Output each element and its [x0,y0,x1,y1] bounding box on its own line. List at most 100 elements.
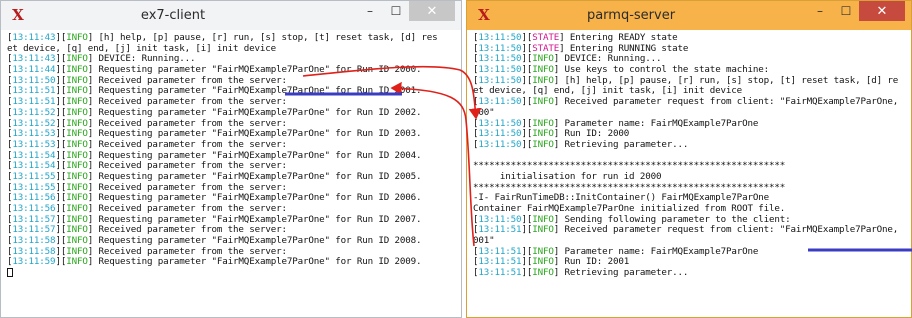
log-text: ] Requesting parameter "FairMQExample7Pa… [87,64,422,76]
timestamp: 13:11:50 [478,117,522,129]
server-titlebar[interactable]: X parmq-server – ☐ ✕ [467,1,911,30]
log-text: et device, [q] end, [j] init task, [i] i… [7,42,277,54]
timestamp: 13:11:50 [478,53,522,65]
maximize-button[interactable]: ☐ [833,1,859,21]
info-tag: INFO [66,53,88,65]
timestamp: 13:11:51 [478,267,522,279]
log-text: ][ [521,267,533,279]
close-button[interactable]: ✕ [859,1,905,21]
timestamp: 13:11:43 [12,53,56,65]
log-text: ] Run ID: 2000 [553,128,630,140]
log-text: et device, [q] end, [j] init task, [i] i… [473,85,743,97]
timestamp: 13:11:54 [12,160,56,172]
client-titlebar[interactable]: X ex7-client – ☐ ✕ [1,1,461,30]
timestamp: 13:11:50 [478,96,522,108]
log-text: ] Requesting parameter "FairMQExample7Pa… [87,128,422,140]
timestamp: 13:11:59 [12,256,56,268]
log-text: ][ [521,42,533,54]
info-tag: INFO [66,203,88,214]
timestamp: 13:11:52 [12,106,56,118]
log-text: ][ [55,224,67,236]
info-tag: INFO [532,74,554,86]
log-text: ] Received parameter from the server: [87,245,287,257]
info-tag: INFO [66,64,88,76]
timestamp: 13:11:50 [478,64,522,76]
server-console-output[interactable]: [13:11:50][STATE] Entering READY state [1… [473,32,907,315]
log-text: ][ [55,192,67,204]
info-tag: INFO [66,192,88,204]
log-text: ][ [55,74,67,86]
timestamp: 13:11:56 [12,192,56,204]
timestamp: 13:11:50 [478,213,522,225]
log-text: ] Received parameter from the server: [87,160,287,172]
log-text: ] Retrieving parameter... [553,138,689,150]
console-line: [13:11:59][INFO] Requesting parameter "F… [7,257,457,268]
log-text: ] Parameter name: FairMQExample7ParOne [553,117,759,129]
log-text: ] Received parameter from the server: [87,203,287,214]
log-text: ][ [55,32,67,43]
log-text: ] DEVICE: Running... [553,53,662,65]
log-text: ][ [55,64,67,76]
log-text: ][ [521,32,533,43]
info-tag: INFO [66,96,88,108]
log-text: ][ [55,256,67,268]
log-text: ][ [55,170,67,182]
info-tag: INFO [66,170,88,182]
timestamp: 13:11:53 [12,138,56,150]
timestamp: 13:11:53 [12,128,56,140]
server-terminal-window[interactable]: X parmq-server – ☐ ✕ [13:11:50][STATE] E… [466,0,912,318]
log-text: ][ [55,203,67,214]
info-tag: INFO [66,32,88,43]
info-tag: INFO [532,128,554,140]
log-text: ] Received parameter from the server: [87,96,287,108]
info-tag: INFO [532,117,554,129]
info-tag: INFO [66,106,88,118]
server-window-controls: – ☐ ✕ [807,1,905,22]
info-tag: INFO [66,149,88,161]
info-tag: INFO [66,213,88,225]
info-tag: INFO [532,64,554,76]
log-text: ][ [55,128,67,140]
log-text: ] Requesting parameter "FairMQExample7Pa… [87,170,422,182]
log-text: ] Received parameter request from client… [553,224,899,236]
info-tag: INFO [532,138,554,150]
log-text: ] Received parameter from the server: [87,181,287,193]
client-window-controls: – ☐ ✕ [357,1,455,22]
log-text: ][ [55,213,67,225]
timestamp: 13:11:51 [12,96,56,108]
log-text: ] [h] help, [p] pause, [r] run, [s] stop… [553,74,899,86]
server-window-title: parmq-server [586,8,676,23]
maximize-button[interactable]: ☐ [383,1,409,21]
log-text: ****************************************… [473,181,786,193]
info-tag: INFO [66,138,88,150]
close-button[interactable]: ✕ [409,1,455,21]
log-text: ][ [55,245,67,257]
log-text: ][ [55,160,67,172]
timestamp: 13:11:55 [12,170,56,182]
timestamp: 13:11:52 [12,117,56,129]
prompt-line [7,268,457,279]
log-text: ] Parameter name: FairMQExample7ParOne [553,245,759,257]
log-text: ] Use keys to control the state machine: [553,64,770,76]
info-tag: INFO [532,96,554,108]
log-text: ] Received parameter from the server: [87,74,287,86]
info-tag: INFO [66,181,88,193]
client-console-output[interactable]: [13:11:43][INFO] [h] help, [p] pause, [r… [7,32,457,315]
info-tag: INFO [532,213,554,225]
timestamp: 13:11:44 [12,64,56,76]
timestamp: 13:11:51 [478,245,522,257]
client-terminal-window[interactable]: X ex7-client – ☐ ✕ [13:11:43][INFO] [h] … [0,0,462,318]
log-text: ][ [55,85,67,97]
timestamp: 13:11:50 [12,74,56,86]
timestamp: 13:11:54 [12,149,56,161]
log-text: ] Sending following parameter to the cli… [553,213,791,225]
info-tag: INFO [532,224,554,236]
minimize-button[interactable]: – [807,1,833,21]
info-tag: INFO [66,224,88,236]
minimize-button[interactable]: – [357,1,383,21]
log-text: ] Entering RUNNING state [559,42,689,54]
timestamp: 13:11:57 [12,213,56,225]
timestamp: 13:11:55 [12,181,56,193]
log-text: ][ [55,117,67,129]
info-tag: INFO [66,128,88,140]
